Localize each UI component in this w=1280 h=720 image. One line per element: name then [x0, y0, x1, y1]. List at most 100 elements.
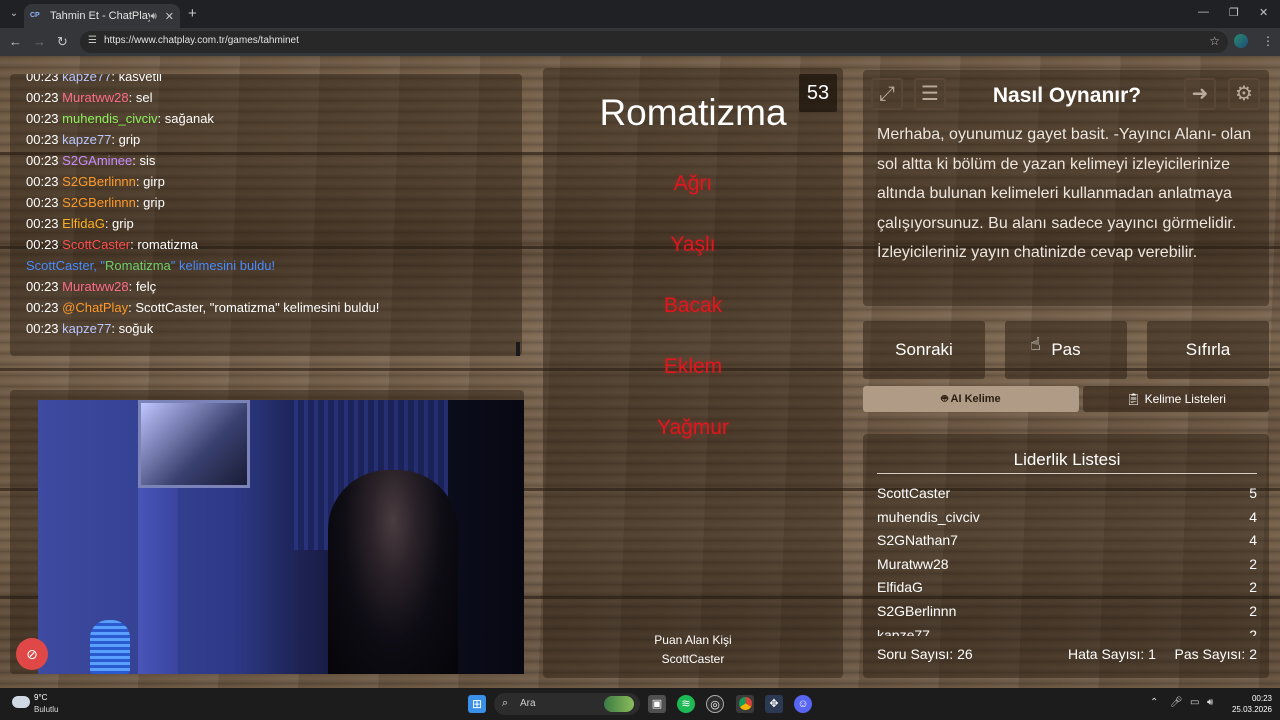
obs-icon[interactable]: ◎	[706, 695, 724, 713]
chat-text: grip	[112, 216, 134, 231]
leaderboard-player: ScottCaster	[877, 485, 951, 501]
chat-scrollbar[interactable]	[516, 342, 520, 356]
chat-username[interactable]: kapze77	[62, 321, 111, 336]
forbidden-word: Ağrı	[673, 172, 713, 195]
word-lists-label: Kelime Listeleri	[1144, 392, 1226, 406]
reset-button[interactable]: Sıfırla	[1147, 321, 1269, 379]
tab-search-icon[interactable]: ⌄	[6, 6, 22, 22]
found-user: ScottCaster,	[26, 258, 97, 273]
ai-word-label: AI Kelime	[950, 393, 1001, 405]
chat-time: 00:23	[26, 279, 59, 294]
gear-icon[interactable]: ⚙	[1228, 78, 1260, 110]
url-text[interactable]: https://www.chatplay.com.tr/games/tahmin…	[104, 35, 299, 46]
forward-icon[interactable]: →	[33, 34, 46, 50]
chat-username[interactable]: muhendis_civciv	[62, 111, 157, 126]
forbidden-word: Eklem	[663, 355, 723, 378]
settings-app-icon[interactable]: ✥	[765, 695, 783, 713]
chat-time: 00:23	[26, 90, 59, 105]
volume-icon[interactable]: 🔊︎	[1207, 697, 1213, 708]
weather-desc[interactable]: Bulutlu	[34, 705, 58, 714]
chat-username[interactable]: kapze77	[62, 74, 111, 84]
leaderboard-row: ScottCaster 5	[877, 482, 1257, 506]
fullscreen-icon[interactable]: ⤢	[871, 78, 903, 110]
chat-separator: :	[128, 90, 136, 105]
leaderboard-player: muhendis_civciv	[877, 508, 980, 525]
spotify-icon[interactable]: ≋	[677, 695, 695, 713]
speaker-icon[interactable]: 🔊︎	[150, 11, 156, 22]
chat-text: girp	[143, 174, 165, 189]
address-bar[interactable]: ☰ https://www.chatplay.com.tr/games/tahm…	[80, 31, 1228, 53]
chat-message: 00:23 @ChatPlay: ScottCaster, "romatizma…	[26, 297, 522, 318]
document-icon[interactable]: ☰	[914, 78, 946, 110]
leaderboard-row: Muratww28 2	[877, 553, 1257, 577]
back-icon[interactable]: ←	[9, 34, 22, 50]
taskbar-search[interactable]: ⌕ Ara	[494, 693, 640, 715]
chat-text: sağanak	[164, 111, 214, 126]
chat-time: 00:23	[26, 74, 59, 84]
chat-time: 00:23	[26, 111, 59, 126]
bookmark-star-icon[interactable]: ☆	[1209, 34, 1220, 48]
next-button[interactable]: Sonraki	[863, 321, 985, 379]
chat-username[interactable]: @ChatPlay	[62, 300, 128, 315]
leaderboard-score: 5	[1249, 485, 1257, 501]
chat-username[interactable]: S2GBerlinnn	[62, 174, 136, 189]
minimize-icon[interactable]: —	[1198, 6, 1209, 18]
how-to-play-title: Nasıl Oynanır?	[992, 84, 1142, 107]
reload-icon[interactable]: ↻	[57, 34, 68, 50]
chat-message: 00:23 Muratww28: felç	[26, 276, 522, 297]
chat-message: 00:23 ElfidaG: grip	[26, 213, 522, 234]
leaderboard-row: ElfidaG 2	[877, 576, 1257, 600]
leaderboard-list[interactable]: ScottCaster 5 muhendis_civciv 4 S2GNathan7 4 M…	[877, 482, 1257, 636]
leaderboard-player: kapze77	[877, 626, 930, 636]
chat-username[interactable]: ScottCaster	[62, 237, 130, 252]
chat-username[interactable]: kapze77	[62, 132, 111, 147]
robot-icon: 🤖︎	[941, 393, 951, 405]
start-icon[interactable]: ⊞	[468, 695, 486, 713]
clock-time: 00:23	[1251, 694, 1272, 703]
how-to-play-text: Merhaba, oyunumuz gayet basit. -Yayıncı …	[877, 126, 1252, 261]
profile-avatar[interactable]	[1234, 34, 1248, 48]
tray-expand-icon[interactable]: ⌃	[1150, 697, 1158, 708]
webcam-feed	[38, 400, 524, 674]
webcam-poster	[138, 400, 250, 488]
close-window-icon[interactable]: ✕	[1259, 6, 1268, 19]
system-clock[interactable]: 00:23 25.03.2026	[1228, 693, 1272, 715]
microphone-icon[interactable]: 🎤︎	[1170, 697, 1183, 708]
leaderboard-score: 2	[1249, 579, 1257, 596]
browser-menu-icon[interactable]: ⋮	[1262, 34, 1274, 48]
ai-word-button[interactable]: 🤖︎ AI Kelime	[863, 386, 1079, 412]
browser-tab[interactable]: CP Tahmin Et - ChatPlay 🔊︎ ✕	[24, 4, 180, 28]
forbidden-word: Yaşlı	[670, 233, 716, 256]
chat-username[interactable]: Muratww28	[62, 90, 128, 105]
record-stop-icon[interactable]: ⊘	[16, 638, 48, 670]
exit-icon[interactable]: ➜	[1184, 78, 1216, 110]
chat-username[interactable]: S2GAminee	[62, 153, 132, 168]
chat-panel: 00:23 kapze77: kasvetli 00:23 Muratww28: …	[10, 74, 522, 356]
leaderboard-player: S2GBerlinnn	[877, 602, 957, 619]
chat-username[interactable]: Muratww28	[62, 279, 128, 294]
word-lists-button[interactable]: 📋︎ Kelime Listeleri	[1083, 386, 1269, 412]
pass-button[interactable]: Pas	[1005, 321, 1127, 379]
task-view-icon[interactable]: ▣	[648, 695, 666, 713]
leaderboard-score: 4	[1249, 508, 1257, 525]
chat-text: romatizma	[137, 237, 199, 252]
cloud-icon[interactable]	[12, 696, 30, 708]
chat-message: 00:23 S2GAminee: sis	[26, 150, 522, 171]
chat-username[interactable]: ElfidaG	[62, 216, 105, 231]
forbidden-word: Yağmur	[657, 416, 729, 439]
network-icon[interactable]: ▭	[1190, 697, 1199, 708]
leaderboard-score: 2	[1249, 626, 1257, 636]
site-info-icon[interactable]: ☰	[88, 35, 97, 46]
found-text: kelimesini buldu!	[179, 258, 276, 273]
new-tab-button[interactable]: +	[188, 6, 197, 22]
restore-icon[interactable]: ❐	[1229, 6, 1239, 19]
weather-temp[interactable]: 9°C	[34, 693, 47, 702]
scorer-label: Puan Alan Kişi	[654, 633, 732, 647]
discord-icon[interactable]: ☺	[794, 695, 812, 713]
chrome-icon[interactable]	[736, 695, 754, 713]
leaderboard-title: Liderlik Listesi	[1013, 450, 1121, 469]
chat-username[interactable]: S2GBerlinnn	[62, 195, 136, 210]
chat-time: 00:23	[26, 237, 59, 252]
chat-text: sis	[139, 153, 156, 168]
close-tab-icon[interactable]: ✕	[165, 10, 174, 23]
